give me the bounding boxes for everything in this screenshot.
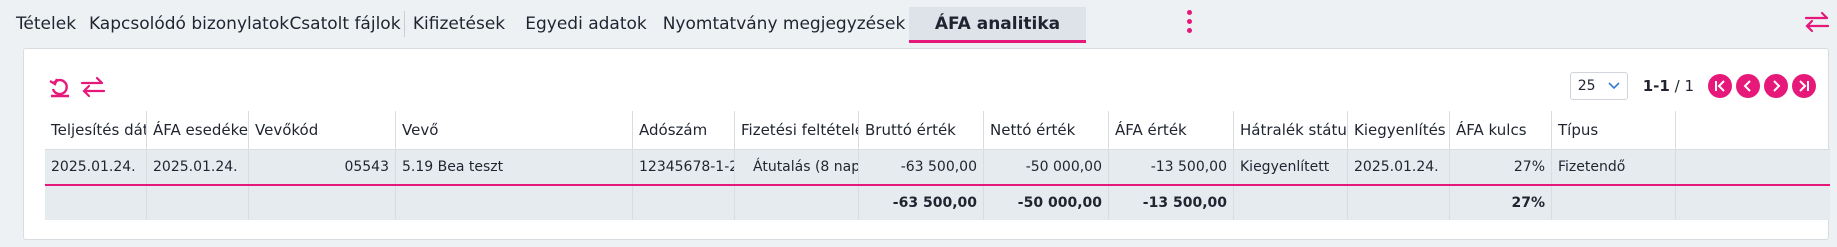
table-cell: 2025.01.24. xyxy=(45,150,147,184)
column-header[interactable]: Bruttó érték xyxy=(859,111,984,149)
column-header[interactable]: ÁFA kulcs xyxy=(1450,111,1552,149)
total-cell xyxy=(1234,186,1348,220)
first-page-icon[interactable] xyxy=(1708,74,1732,98)
chevron-down-icon xyxy=(1608,78,1620,94)
table-cell: Átutalás (8 nap) xyxy=(735,150,859,184)
table-totals-row: -63 500,00 -50 000,00 -13 500,00 27% xyxy=(45,186,1830,220)
total-cell: -63 500,00 xyxy=(859,186,984,220)
tab-egyedi-adatok[interactable]: Egyedi adatok xyxy=(513,0,659,48)
column-header[interactable]: Adószám xyxy=(633,111,735,149)
table-cell xyxy=(1676,150,1830,184)
total-cell xyxy=(45,186,147,220)
table-cell: 2025.01.24. xyxy=(147,150,249,184)
column-header[interactable]: Vevőkód xyxy=(249,111,396,149)
more-vertical-icon[interactable] xyxy=(1184,10,1194,36)
table-cell: -13 500,00 xyxy=(1109,150,1234,184)
page-info: 1-1 / 1 xyxy=(1643,77,1694,95)
afa-analytics-panel: 25 1-1 / 1 Teljesítés dátuma ÁFA esedéke… xyxy=(23,48,1830,240)
tab-csatolt-fajlok[interactable]: Csatolt fájlok xyxy=(286,0,404,48)
column-header xyxy=(1676,111,1830,149)
table-cell: 2025.01.24. xyxy=(1348,150,1450,184)
total-cell: 27% xyxy=(1450,186,1552,220)
next-page-icon[interactable] xyxy=(1764,74,1788,98)
table-cell: Kiegyenlített xyxy=(1234,150,1348,184)
table-cell: Fizetendő xyxy=(1552,150,1676,184)
tab-kifizetesek[interactable]: Kifizetések xyxy=(405,0,513,48)
column-header[interactable]: Fizetési feltételek xyxy=(735,111,859,149)
column-header[interactable]: Nettó érték xyxy=(984,111,1109,149)
table-cell: 05543 xyxy=(249,150,396,184)
page-size-select[interactable]: 25 xyxy=(1569,72,1628,100)
column-header[interactable]: Vevő xyxy=(396,111,633,149)
table-row[interactable]: 2025.01.24. 2025.01.24. 05543 5.19 Bea t… xyxy=(45,150,1830,186)
total-cell: -13 500,00 xyxy=(1109,186,1234,220)
column-header[interactable]: Hátralék státusz xyxy=(1234,111,1348,149)
table-cell: -50 000,00 xyxy=(984,150,1109,184)
tab-tetelek[interactable]: Tételek xyxy=(0,0,92,48)
total-cell xyxy=(1676,186,1830,220)
tab-bar: Tételek Kapcsolódó bizonylatok Csatolt f… xyxy=(0,0,1837,48)
total-cell xyxy=(147,186,249,220)
column-header[interactable]: Teljesítés dátuma xyxy=(45,111,147,149)
page-total: 1 xyxy=(1684,77,1694,95)
afa-grid: Teljesítés dátuma ÁFA esedékes Vevőkód V… xyxy=(45,111,1830,220)
refresh-icon[interactable] xyxy=(48,75,72,99)
page-size-value: 25 xyxy=(1577,78,1596,94)
column-header[interactable]: Típus xyxy=(1552,111,1676,149)
total-cell xyxy=(1552,186,1676,220)
swap-icon[interactable] xyxy=(80,75,106,99)
table-cell: 5.19 Bea teszt xyxy=(396,150,633,184)
table-header-row: Teljesítés dátuma ÁFA esedékes Vevőkód V… xyxy=(45,111,1830,150)
table-cell: -63 500,00 xyxy=(859,150,984,184)
total-cell xyxy=(633,186,735,220)
total-cell xyxy=(396,186,633,220)
prev-page-icon[interactable] xyxy=(1736,74,1760,98)
total-cell xyxy=(735,186,859,220)
last-page-icon[interactable] xyxy=(1792,74,1816,98)
total-cell: -50 000,00 xyxy=(984,186,1109,220)
tab-kapcsolodo-bizonylatok[interactable]: Kapcsolódó bizonylatok xyxy=(89,0,289,48)
column-header[interactable]: ÁFA esedékes xyxy=(147,111,249,149)
table-cell: 27% xyxy=(1450,150,1552,184)
table-cell: 12345678-1-21 xyxy=(633,150,735,184)
tab-afa-analitika[interactable]: ÁFA analitika xyxy=(909,7,1086,43)
pagination: 25 1-1 / 1 xyxy=(1569,71,1816,101)
column-header[interactable]: ÁFA érték xyxy=(1109,111,1234,149)
tab-nyomtatvany-megjegyzesek[interactable]: Nyomtatvány megjegyzések xyxy=(659,0,909,48)
column-header[interactable]: Kiegyenlítés dátuma xyxy=(1348,111,1450,149)
swap-icon[interactable] xyxy=(1803,9,1831,35)
page-separator: / xyxy=(1669,77,1685,95)
total-cell xyxy=(249,186,396,220)
total-cell xyxy=(1348,186,1450,220)
page-range: 1-1 xyxy=(1642,77,1670,95)
